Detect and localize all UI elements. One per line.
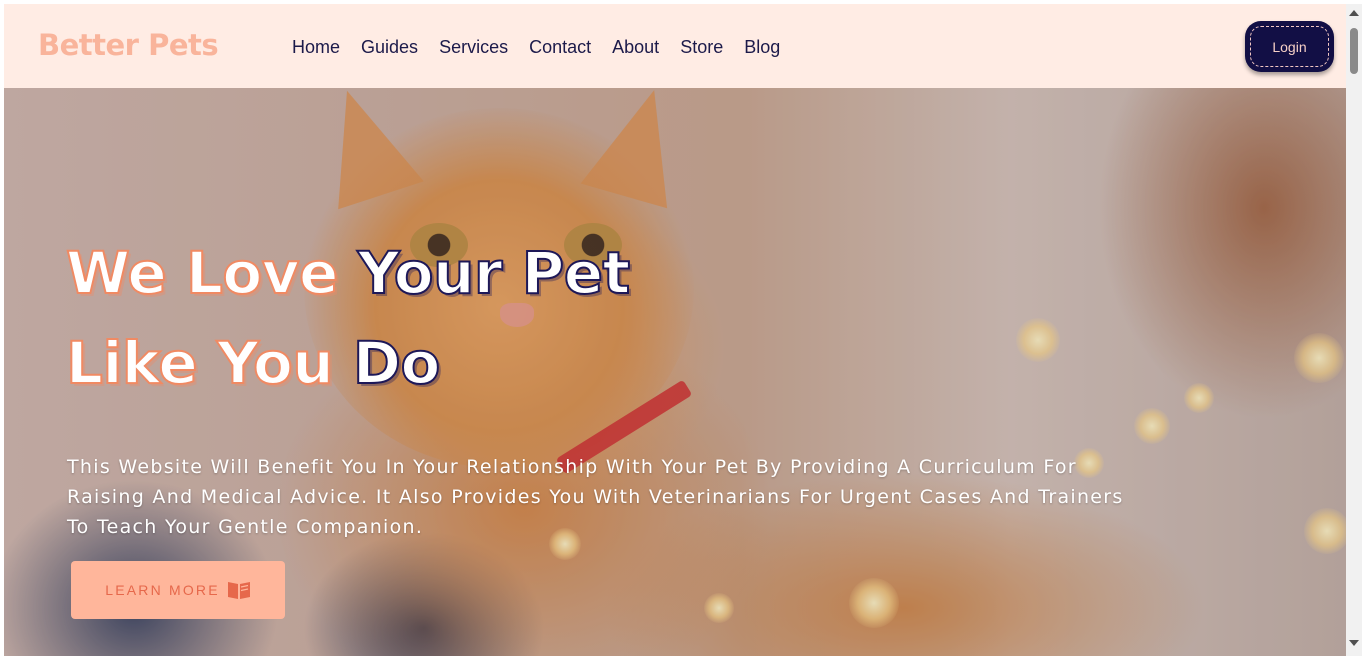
- nav-item-services[interactable]: Services: [439, 37, 508, 58]
- navbar: Better Pets Home Guides Services Contact…: [4, 4, 1346, 88]
- hero-section: We Love Your Pet Like You Do This Websit…: [4, 88, 1346, 656]
- scroll-down-arrow-icon[interactable]: [1349, 640, 1359, 646]
- learn-more-label: LEARN MORE: [105, 582, 220, 598]
- learn-more-button[interactable]: LEARN MORE: [71, 561, 285, 619]
- nav-item-guides[interactable]: Guides: [361, 37, 418, 58]
- page-scrollbar[interactable]: [1346, 4, 1362, 656]
- nav-item-home[interactable]: Home: [292, 37, 340, 58]
- book-open-icon: [227, 580, 251, 600]
- brand-logo[interactable]: Better Pets: [38, 28, 219, 62]
- hero-title-line2-accent: Like You: [65, 328, 353, 398]
- hero-title: We Love Your Pet Like You Do: [65, 228, 766, 408]
- nav-item-contact[interactable]: Contact: [529, 37, 591, 58]
- login-button-label: Login: [1272, 38, 1307, 55]
- nav-item-store[interactable]: Store: [680, 37, 723, 58]
- login-button[interactable]: Login: [1245, 21, 1334, 72]
- scroll-up-arrow-icon[interactable]: [1349, 10, 1359, 16]
- hero-title-line2-dark: Do: [352, 328, 442, 398]
- scrollbar-thumb[interactable]: [1350, 28, 1358, 74]
- page-frame: Better Pets Home Guides Services Contact…: [4, 4, 1346, 656]
- nav-item-about[interactable]: About: [612, 37, 659, 58]
- hero-title-line1-dark: Your Pet: [357, 238, 632, 308]
- nav-item-blog[interactable]: Blog: [744, 37, 780, 58]
- hero-description: This Website Will Benefit You In Your Re…: [67, 456, 1124, 538]
- hero-title-line1-accent: We Love: [65, 238, 358, 308]
- nav-menu: Home Guides Services Contact About Store…: [292, 37, 801, 58]
